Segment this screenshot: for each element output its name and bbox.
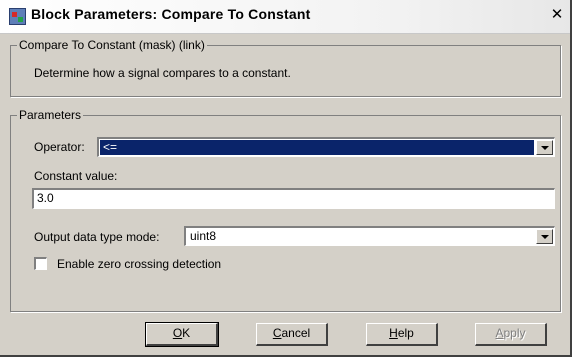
ok-label: K <box>182 326 191 340</box>
parameters-group-title: Parameters <box>17 108 84 122</box>
description-text: Determine how a signal compares to a con… <box>34 66 291 80</box>
description-groupbox: Compare To Constant (mask) (link) Determ… <box>10 38 561 97</box>
output-type-value: uint8 <box>190 229 217 243</box>
zero-crossing-checkbox[interactable] <box>34 257 47 270</box>
apply-label: pply <box>503 326 526 340</box>
parameters-groupbox: Parameters Operator: <= Constant value: … <box>10 108 561 312</box>
help-label: elp <box>397 326 414 340</box>
constant-value-label: Constant value: <box>34 169 118 183</box>
block-parameters-icon <box>9 8 26 25</box>
zero-crossing-label: Enable zero crossing detection <box>57 257 222 271</box>
cancel-label: ancel <box>281 326 311 340</box>
window-title: Block Parameters: Compare To Constant <box>31 6 311 22</box>
block-parameters-dialog: Block Parameters: Compare To Constant ✕ … <box>0 0 572 357</box>
help-button[interactable]: Help <box>366 323 438 346</box>
title-bar[interactable]: Block Parameters: Compare To Constant ✕ <box>0 0 570 34</box>
description-group-title: Compare To Constant (mask) (link) <box>17 38 207 52</box>
output-type-dropdown[interactable]: uint8 <box>184 226 555 246</box>
output-type-label: Output data type mode: <box>34 230 160 244</box>
constant-value-input[interactable]: 3.0 <box>32 188 555 209</box>
apply-mnemonic: A <box>495 326 504 340</box>
help-mnemonic: H <box>389 326 398 340</box>
ok-button[interactable]: OK <box>145 322 219 347</box>
close-icon[interactable]: ✕ <box>549 7 565 23</box>
chevron-down-icon[interactable] <box>536 229 553 244</box>
chevron-down-icon[interactable] <box>536 140 553 155</box>
operator-label: Operator: <box>34 140 85 154</box>
operator-value: <= <box>100 140 534 155</box>
operator-dropdown[interactable]: <= <box>97 137 555 157</box>
apply-button: Apply <box>475 323 547 346</box>
cancel-button[interactable]: Cancel <box>256 323 328 346</box>
ok-mnemonic: O <box>172 326 183 340</box>
